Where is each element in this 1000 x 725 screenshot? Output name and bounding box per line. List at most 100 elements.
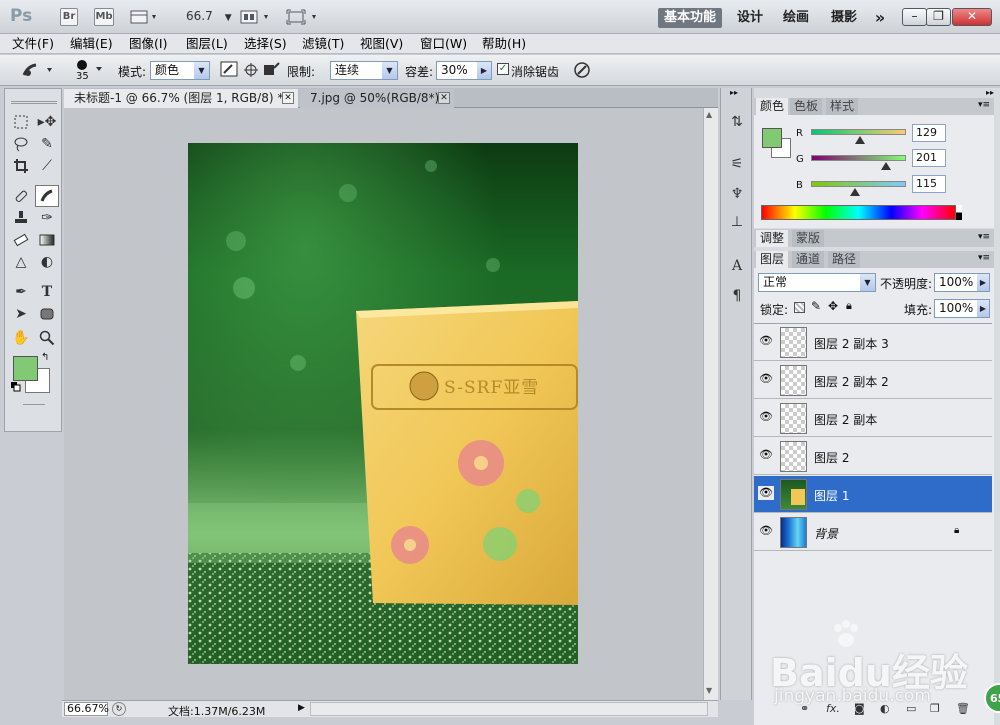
workspace-design[interactable]: 设计: [732, 8, 768, 28]
eyedropper-tool-icon[interactable]: ⟋: [35, 155, 59, 177]
blue-slider[interactable]: [811, 181, 906, 187]
layer-row[interactable]: 👁︎ 图层 2 副本 2: [754, 362, 992, 399]
canvas-area[interactable]: S-SRF亚雪: [64, 108, 703, 700]
history-brush-tool-icon[interactable]: ✑: [35, 207, 59, 229]
zoom-percent-field[interactable]: 66.67%: [64, 702, 109, 716]
close-tab-icon[interactable]: ✕: [438, 92, 450, 104]
minimize-button[interactable]: –: [902, 8, 927, 26]
vertical-scrollbar[interactable]: ▲ ▼: [703, 108, 718, 700]
marquee-tool-icon[interactable]: [9, 111, 33, 133]
visibility-eye-icon[interactable]: 👁︎: [758, 410, 774, 424]
layer-row[interactable]: 👁︎ 图层 2 副本: [754, 400, 992, 437]
blue-value-input[interactable]: 115: [912, 175, 946, 193]
hand-tool-icon[interactable]: ✋: [9, 327, 33, 349]
visibility-eye-icon[interactable]: 👁︎: [758, 524, 774, 538]
default-colors-icon[interactable]: [11, 382, 21, 392]
panel-menu-icon[interactable]: ▾≡: [978, 253, 990, 263]
panel-menu-icon[interactable]: ▾≡: [978, 232, 990, 242]
horizontal-scrollbar[interactable]: [310, 702, 708, 716]
tab-layers[interactable]: 图层: [756, 251, 789, 268]
bridge-button[interactable]: Br: [60, 8, 78, 26]
more-workspaces-button[interactable]: »: [870, 8, 890, 28]
screen-mode-icon[interactable]: [286, 9, 320, 25]
menu-view[interactable]: 视图(V): [360, 35, 403, 53]
tab-color[interactable]: 颜色: [756, 98, 789, 115]
gradient-tool-icon[interactable]: [35, 229, 59, 251]
shape-tool-icon[interactable]: [35, 303, 59, 325]
lock-transparent-icon[interactable]: [794, 302, 805, 313]
path-selection-tool-icon[interactable]: ➤: [9, 303, 33, 325]
sampling-once-icon[interactable]: [242, 60, 262, 80]
tab-styles[interactable]: 样式: [826, 98, 859, 115]
lock-pixels-icon[interactable]: ✎: [811, 299, 821, 313]
menu-window[interactable]: 窗口(W): [420, 35, 467, 53]
workspace-painting[interactable]: 绘画: [778, 8, 814, 28]
tab-paths[interactable]: 路径: [828, 251, 861, 268]
green-slider[interactable]: [811, 155, 906, 161]
red-slider-thumb[interactable]: [855, 136, 865, 144]
layer-row-selected[interactable]: 👁︎ 图层 1: [754, 476, 992, 513]
zoom-level-dropdown[interactable]: 66.7 ▼: [186, 9, 232, 23]
scroll-up-arrow-icon[interactable]: ▲: [706, 110, 712, 119]
green-value-input[interactable]: 201: [912, 149, 946, 167]
fill-input[interactable]: 100% ▶: [934, 299, 990, 318]
tablet-pressure-icon[interactable]: [572, 60, 592, 80]
color-spectrum-ramp[interactable]: [761, 205, 956, 220]
workspace-photography[interactable]: 摄影: [826, 8, 862, 28]
color-ramp-bw[interactable]: [956, 205, 962, 220]
lock-all-icon[interactable]: 🔒︎: [846, 299, 852, 313]
dock-collapse-icon[interactable]: ▸▸: [730, 88, 738, 97]
status-menu-arrow-icon[interactable]: ▶: [298, 703, 305, 713]
scroll-down-arrow-icon[interactable]: ▼: [706, 686, 712, 695]
menu-file[interactable]: 文件(F): [12, 35, 54, 53]
menu-filter[interactable]: 滤镜(T): [302, 35, 344, 53]
visibility-eye-icon[interactable]: 👁︎: [758, 448, 774, 462]
status-info-icon[interactable]: ↻: [112, 702, 126, 716]
paragraph-panel-icon[interactable]: ¶: [727, 288, 747, 308]
tab-masks[interactable]: 蒙版: [792, 230, 825, 247]
blur-tool-icon[interactable]: △: [9, 251, 33, 273]
sampling-continuous-icon[interactable]: [220, 60, 240, 80]
crop-tool-icon[interactable]: [9, 155, 33, 177]
lock-position-icon[interactable]: ✥: [828, 299, 838, 313]
blue-slider-thumb[interactable]: [850, 188, 860, 196]
arrange-documents-icon[interactable]: [240, 9, 272, 25]
healing-brush-tool-icon[interactable]: [9, 185, 33, 207]
lasso-tool-icon[interactable]: [9, 133, 33, 155]
move-tool-icon[interactable]: ▸✥: [35, 111, 59, 133]
tab-swatches[interactable]: 色板: [790, 98, 823, 115]
sampling-background-icon[interactable]: [262, 60, 282, 80]
workspace-essentials[interactable]: 基本功能: [658, 8, 722, 28]
opacity-input[interactable]: 100% ▶: [934, 273, 990, 292]
layer-row[interactable]: 👁︎ 图层 2: [754, 438, 992, 475]
brush-panel-icon[interactable]: ♆: [727, 186, 747, 206]
panel-menu-icon[interactable]: ▾≡: [978, 100, 990, 110]
history-panel-icon[interactable]: ⇅: [727, 114, 747, 134]
visibility-eye-icon[interactable]: 👁︎: [758, 372, 774, 386]
antialias-checkbox[interactable]: ✓: [497, 63, 509, 75]
tab-adjustments[interactable]: 调整: [756, 230, 789, 247]
menu-help[interactable]: 帮助(H): [482, 35, 526, 53]
close-button[interactable]: ✕: [952, 8, 992, 26]
color-fg-swatch[interactable]: [762, 128, 782, 148]
document-tab-active[interactable]: 未标题-1 @ 66.7% (图层 1, RGB/8) * ✕: [64, 89, 298, 108]
layer-row[interactable]: 👁︎ 背景 🔒︎: [754, 514, 992, 551]
swap-colors-icon[interactable]: ↰: [41, 352, 49, 363]
red-value-input[interactable]: 129: [912, 124, 946, 142]
clone-stamp-tool-icon[interactable]: [9, 207, 33, 229]
tool-preset-picker[interactable]: [20, 60, 56, 80]
menu-image[interactable]: 图像(I): [129, 35, 167, 53]
foreground-color-swatch[interactable]: [13, 356, 38, 381]
tolerance-input[interactable]: 30% ▶: [436, 61, 492, 80]
document-canvas[interactable]: S-SRF亚雪: [188, 143, 578, 664]
layer-row[interactable]: 👁︎ 图层 2 副本 3: [754, 324, 992, 361]
color-replacement-tool-icon[interactable]: [35, 185, 59, 207]
clone-source-panel-icon[interactable]: ⊥: [727, 214, 747, 234]
quick-mask-icon[interactable]: [23, 404, 45, 408]
view-extras-icon[interactable]: [130, 9, 160, 25]
character-panel-icon[interactable]: A: [727, 258, 747, 278]
red-slider[interactable]: [811, 129, 906, 135]
brush-presets-panel-icon[interactable]: ⚟: [727, 156, 747, 176]
quick-selection-tool-icon[interactable]: ✎: [35, 133, 59, 155]
visibility-eye-icon[interactable]: 👁︎: [758, 486, 774, 500]
